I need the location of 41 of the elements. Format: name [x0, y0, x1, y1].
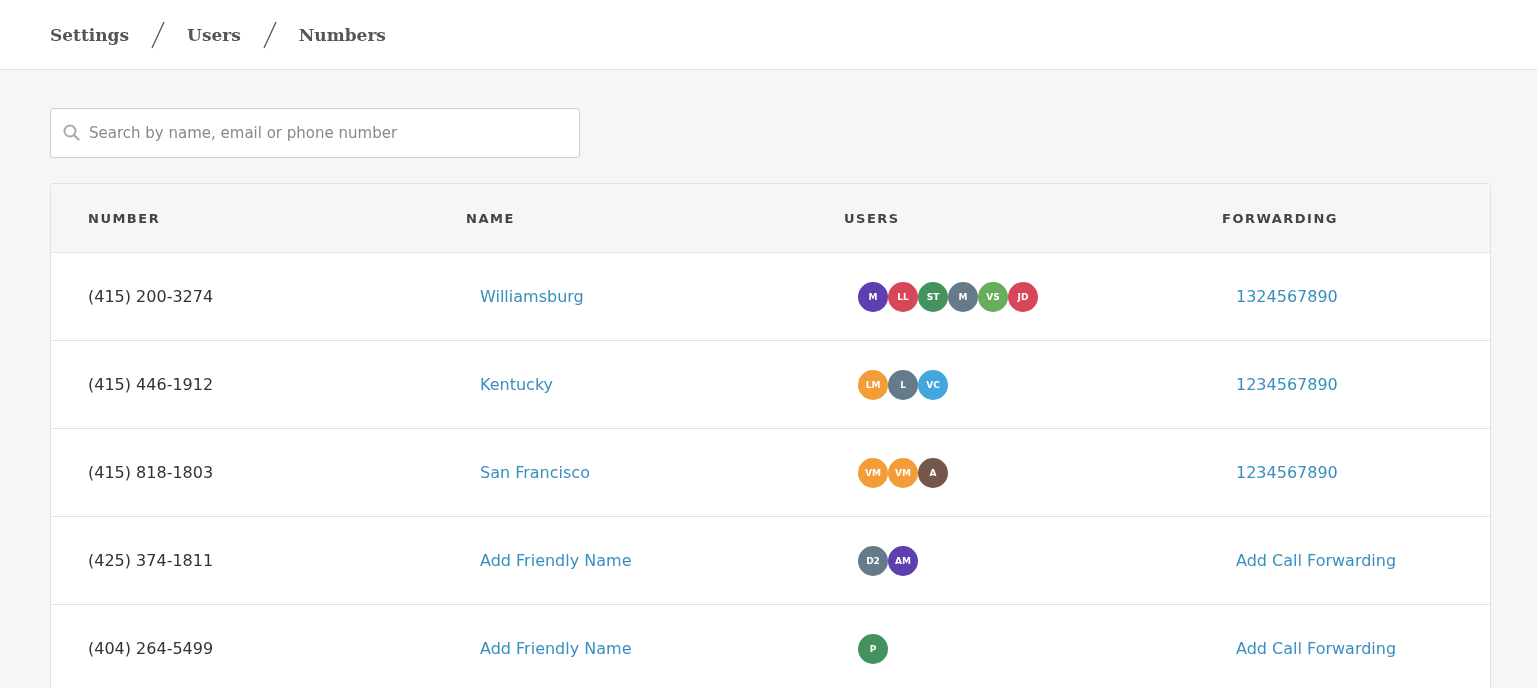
column-header: NUMBER — [88, 210, 161, 226]
user-avatar: VS — [978, 281, 1008, 312]
user-avatar: D2 — [858, 545, 888, 576]
breadcrumb-link[interactable]: Numbers — [298, 24, 386, 45]
phone-number: (415) 818-1803 — [88, 463, 214, 482]
search-icon — [63, 124, 80, 141]
column-header: NAME — [466, 210, 515, 226]
name-link[interactable]: Add Friendly Name — [480, 551, 632, 570]
column-header: USERS — [844, 210, 900, 226]
search-field[interactable]: Search by name, email or phone number — [50, 108, 580, 158]
column-header: FORWARDING — [1222, 210, 1338, 226]
user-avatar: L — [888, 369, 918, 400]
forwarding-link[interactable]: 1234567890 — [1236, 375, 1338, 394]
name-link[interactable]: Add Friendly Name — [480, 639, 632, 658]
phone-number: (415) 446-1912 — [88, 375, 214, 394]
user-avatar: VM — [858, 457, 888, 488]
forwarding-link[interactable]: 1234567890 — [1236, 463, 1338, 482]
forwarding-link[interactable]: Add Call Forwarding — [1236, 639, 1397, 658]
forwarding-link[interactable]: Add Call Forwarding — [1236, 551, 1397, 570]
name-link[interactable]: Williamsburg — [480, 287, 584, 306]
user-avatar: P — [858, 633, 888, 664]
user-avatar: LM — [858, 369, 888, 400]
user-avatar: JD — [1008, 281, 1038, 312]
phone-number: (415) 200-3274 — [88, 287, 214, 306]
phone-number: (425) 374-1811 — [88, 551, 214, 570]
breadcrumb-separator-icon — [262, 20, 277, 49]
name-link[interactable]: Kentucky — [480, 375, 554, 394]
user-avatar: M — [858, 281, 888, 312]
breadcrumb-link[interactable]: Settings — [50, 24, 130, 45]
user-avatar: VM — [888, 457, 918, 488]
user-avatar: VC — [918, 369, 948, 400]
user-avatar: LL — [888, 281, 918, 312]
user-avatar: M — [948, 281, 978, 312]
breadcrumb-link[interactable]: Users — [187, 24, 241, 45]
breadcrumb-separator-icon — [151, 20, 166, 49]
user-avatar: A — [918, 457, 948, 488]
phone-number: (404) 264-5499 — [88, 639, 214, 658]
name-link[interactable]: San Francisco — [480, 463, 590, 482]
user-avatar: AM — [888, 545, 918, 576]
user-avatar: ST — [918, 281, 948, 312]
forwarding-link[interactable]: 1324567890 — [1236, 287, 1338, 306]
